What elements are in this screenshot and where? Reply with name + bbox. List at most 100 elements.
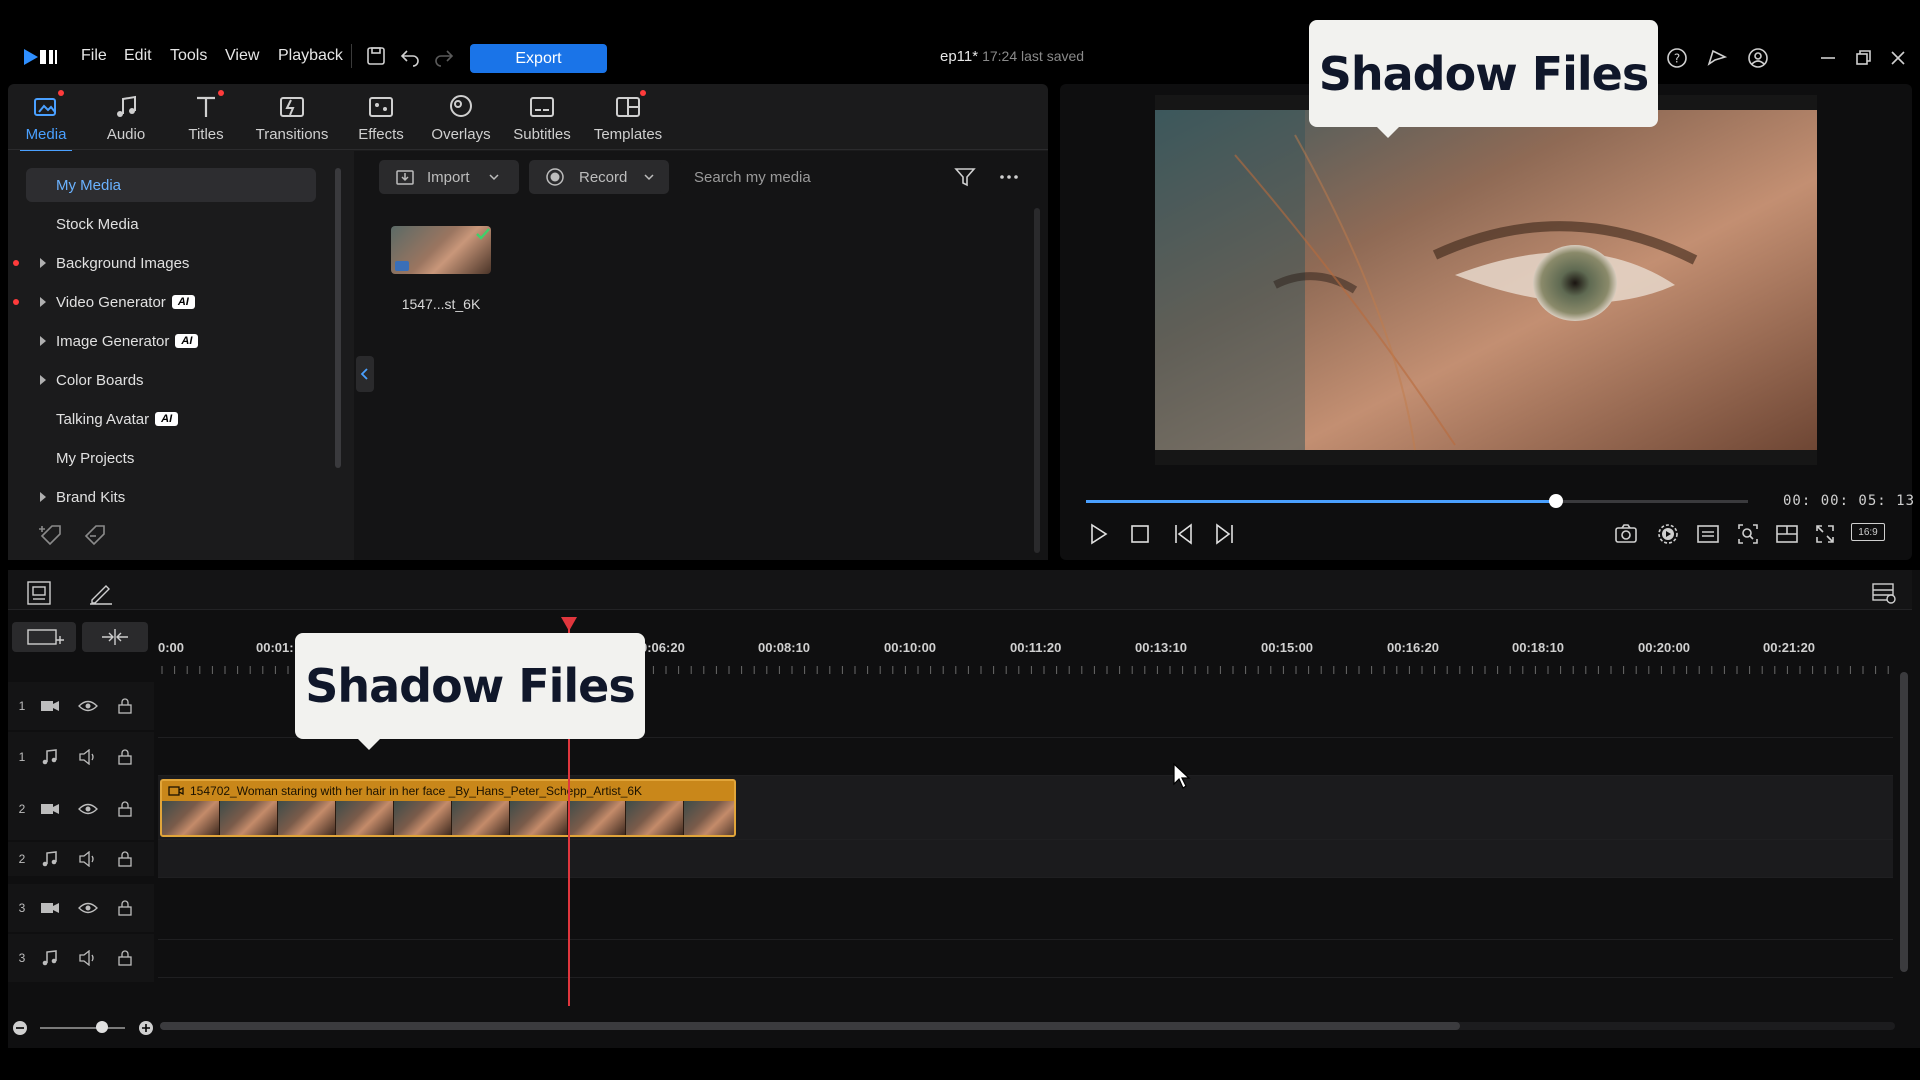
render-preview-icon[interactable] [1656,522,1680,546]
clip-frame [452,801,510,835]
tab-media[interactable]: Media [20,90,72,152]
account-icon[interactable] [1747,47,1769,69]
video-camera-icon [40,699,60,713]
eye-icon[interactable] [78,699,98,713]
lock-icon[interactable] [118,900,132,916]
tab-subtitles[interactable]: Subtitles [512,92,572,150]
layout-icon[interactable] [1775,522,1799,546]
sidebar-item-stock-media[interactable]: Stock Media [26,207,316,241]
media-content-area [354,151,1048,560]
media-scrollbar[interactable] [1034,208,1040,553]
sidebar-item-brand-kits[interactable]: Brand Kits [26,480,316,514]
preview-progress-handle[interactable] [1549,494,1563,508]
zoom-slider-track[interactable] [40,1027,125,1029]
speaker-icon[interactable] [78,950,98,966]
sidebar-item-my-media[interactable]: My Media [26,168,316,202]
document-title: ep11* 17:24 last saved [940,48,1084,65]
tab-titles[interactable]: Titles [186,90,226,150]
tab-label: Overlays [431,126,491,143]
zoom-slider-handle[interactable] [96,1021,108,1033]
tab-audio[interactable]: Audio [104,92,148,150]
fullscreen-icon[interactable] [1813,522,1837,546]
aspect-ratio-button[interactable]: 16:9 [1851,523,1885,541]
menu-playback[interactable]: Playback [278,47,343,65]
music-note-icon [40,950,60,966]
menu-edit[interactable]: Edit [124,47,152,65]
sidebar-item-talking-avatar[interactable]: Talking Avatar AI [26,402,316,436]
restore-icon[interactable] [1852,47,1874,69]
track-number: 2 [18,852,26,866]
lock-icon[interactable] [118,749,132,765]
timeline-settings-icon[interactable] [1870,580,1898,606]
track-lane-audio-2[interactable] [158,840,1893,878]
tab-overlays[interactable]: Overlays [431,92,491,150]
zoom-preview-icon[interactable] [1736,522,1760,546]
stop-icon[interactable] [1128,522,1152,546]
speaker-icon[interactable] [78,749,98,765]
menu-view[interactable]: View [225,47,259,65]
sidebar-item-color-boards[interactable]: Color Boards [26,363,316,397]
next-frame-icon[interactable] [1212,522,1236,546]
ruler-label: 00:15:00 [1261,640,1314,655]
filter-icon[interactable] [954,166,976,188]
ai-badge: AI [171,295,195,309]
speaker-icon[interactable] [78,851,98,867]
track-header-audio-2: 2 [8,842,154,876]
lock-icon[interactable] [118,698,132,714]
subtitles-toggle-icon[interactable] [1696,522,1720,546]
more-options-icon[interactable] [998,166,1020,188]
storyboard-icon[interactable] [26,580,52,606]
feedback-icon[interactable] [1706,47,1728,69]
sidebar-item-video-generator[interactable]: Video Generator AI [26,285,316,319]
menu-tools[interactable]: Tools [170,47,207,65]
tab-transitions[interactable]: Transitions [256,92,328,150]
help-icon[interactable]: ? [1666,47,1688,69]
timeline-scrollbar[interactable] [160,1022,1460,1030]
lock-icon[interactable] [118,950,132,966]
playhead-handle[interactable] [561,617,577,631]
sidebar-scrollbar[interactable] [335,168,341,468]
redo-icon[interactable] [433,45,455,67]
snapshot-icon[interactable] [1614,522,1638,546]
eye-icon[interactable] [78,901,98,915]
search-input[interactable]: Search my media [680,160,938,194]
ruler-label: 00:20:00 [1638,640,1691,655]
edit-pen-icon[interactable] [88,580,114,606]
save-icon[interactable] [365,45,387,67]
track-lane-audio-1[interactable] [158,738,1893,776]
close-icon[interactable] [1887,47,1909,69]
sidebar-item-image-generator[interactable]: Image Generator AI [26,324,316,358]
add-tag-icon[interactable] [38,522,64,546]
zoom-out-icon[interactable] [12,1020,28,1036]
snap-button[interactable] [82,622,148,652]
import-label: Import [427,168,470,186]
music-note-icon [40,749,60,765]
play-icon[interactable] [1086,522,1110,546]
video-camera-icon [40,901,60,915]
previous-frame-icon[interactable] [1172,522,1196,546]
export-button[interactable]: Export [470,44,607,73]
lock-icon[interactable] [118,801,132,817]
undo-icon[interactable] [399,45,421,67]
collapse-sidebar-button[interactable] [356,356,374,392]
timeline-vertical-scrollbar[interactable] [1900,672,1908,972]
remove-tag-icon[interactable] [82,522,108,546]
zoom-in-icon[interactable] [138,1020,154,1036]
tab-templates[interactable]: Templates [593,90,663,150]
track-lane-audio-3[interactable] [158,940,1893,978]
sidebar-item-my-projects[interactable]: My Projects [26,441,316,475]
import-button[interactable]: Import [379,160,519,194]
tab-effects[interactable]: Effects [358,92,404,150]
track-lane-video-3[interactable] [158,878,1893,940]
minimize-icon[interactable] [1817,47,1839,69]
timeline-clip[interactable]: 154702_Woman staring with her hair in he… [160,779,736,837]
sidebar-item-label: Color Boards [56,371,144,389]
eye-icon[interactable] [78,802,98,816]
lock-icon[interactable] [118,851,132,867]
record-button[interactable]: Record [529,160,669,194]
track-header-audio-1: 1 [8,732,154,782]
add-track-button[interactable] [12,622,76,652]
menu-file[interactable]: File [81,47,107,65]
sidebar-item-background-images[interactable]: Background Images [26,246,316,280]
clip-frame [278,801,336,835]
